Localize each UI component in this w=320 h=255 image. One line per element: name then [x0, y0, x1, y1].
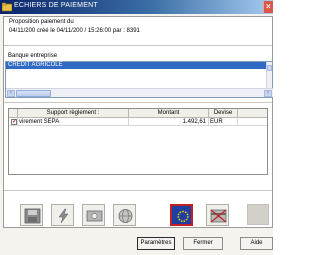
scroll-thumb[interactable]: [267, 65, 272, 71]
card-disabled-button[interactable]: [206, 204, 229, 226]
window-title: ECHIERS DE PAIEMENT: [14, 2, 98, 9]
bank-label: Banque entreprise: [8, 53, 58, 59]
grid-header: Support règlement : Montant Devise: [9, 109, 267, 118]
column-header-support[interactable]: Support règlement :: [18, 109, 129, 118]
scroll-thumb[interactable]: [16, 90, 51, 97]
execute-button[interactable]: [51, 204, 74, 226]
save-icon: [24, 208, 41, 224]
column-header-montant[interactable]: Montant: [129, 109, 209, 118]
help-button[interactable]: Aide: [240, 237, 273, 250]
scroll-right-icon[interactable]: ›: [264, 90, 272, 97]
close-button[interactable]: ×: [263, 1, 273, 13]
check-icon: ✓: [12, 119, 18, 125]
payment-grid[interactable]: Support règlement : Montant Devise ✓ vir…: [8, 108, 268, 175]
eu-flag-icon: [177, 210, 189, 222]
save-button[interactable]: [20, 204, 43, 226]
globe-button[interactable]: [113, 204, 136, 226]
devise-cell: EUR: [209, 118, 238, 126]
payment-window: ECHIERS DE PAIEMENT × Proposition paieme…: [0, 0, 273, 255]
blank-button[interactable]: [247, 204, 269, 225]
proposal-details: 04/11/200 créé le 04/11/200 / 15:26:00 p…: [9, 28, 140, 34]
horizontal-scrollbar[interactable]: ‹ ›: [6, 88, 273, 97]
bank-list-item[interactable]: CREDIT AGRICOLE: [6, 62, 267, 69]
row-check-cell[interactable]: ✓: [9, 118, 18, 126]
montant-cell: 1.492,61: [129, 118, 209, 126]
close-window-button[interactable]: Fermer: [183, 237, 223, 250]
divider: [4, 190, 272, 191]
support-cell: virement SEPA: [18, 118, 129, 126]
title-bar[interactable]: ECHIERS DE PAIEMENT ×: [0, 0, 273, 14]
divider: [4, 102, 272, 103]
lightning-icon: [58, 208, 69, 224]
scroll-left-icon[interactable]: ‹: [7, 90, 15, 97]
table-row[interactable]: ✓ virement SEPA 1.492,61 EUR: [9, 118, 267, 126]
proposal-label: Proposition paiement du: [9, 19, 74, 25]
money-button[interactable]: [82, 204, 105, 226]
bank-list[interactable]: CREDIT AGRICOLE ‹ ›: [5, 61, 273, 98]
sepa-button[interactable]: [170, 204, 193, 226]
money-icon: [86, 210, 103, 222]
row-checkbox[interactable]: ✓: [11, 119, 17, 125]
crossed-card-icon: [210, 209, 227, 223]
divider: [4, 45, 272, 46]
column-header-devise[interactable]: Devise: [209, 109, 238, 118]
params-button[interactable]: Paramètres: [137, 237, 175, 250]
column-header-check: [9, 109, 18, 118]
close-icon: ×: [266, 2, 271, 11]
globe-icon: [118, 209, 133, 223]
vertical-scrollbar[interactable]: [266, 62, 272, 89]
folder-icon: [2, 2, 12, 12]
